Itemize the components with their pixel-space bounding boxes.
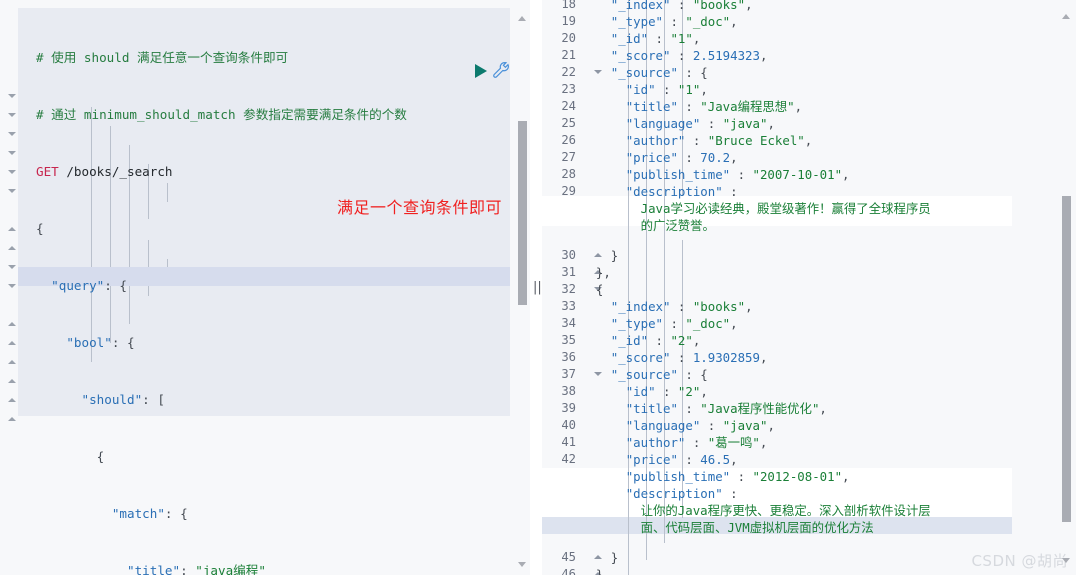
- fold-toggle[interactable]: [8, 315, 17, 334]
- response-line: "price" : 70.2,: [625, 150, 738, 165]
- fold-toggle[interactable]: [8, 163, 17, 182]
- fold-toggle[interactable]: [8, 125, 17, 144]
- right-scroll-down-arrow[interactable]: [1062, 556, 1071, 565]
- fold-toggle[interactable]: [8, 372, 17, 391]
- code-line: "bool": {: [66, 335, 135, 350]
- response-line: "id" : "1",: [625, 82, 708, 97]
- response-line: "language" : "java",: [625, 418, 775, 433]
- response-line: }: [610, 550, 619, 565]
- fold-toggle[interactable]: [8, 277, 17, 296]
- request-editor-panel: # 使用 should 满足任意一个查询条件即可 # 通过 minimum_sh…: [0, 0, 530, 575]
- response-line-wrapped: 面、代码层面、JVM虚拟机层面的优化方法: [640, 520, 874, 535]
- response-line: "title" : "Java编程思想",: [625, 99, 803, 114]
- screenshot-root: # 使用 should 满足任意一个查询条件即可 # 通过 minimum_sh…: [0, 0, 1076, 575]
- response-line: }: [610, 248, 619, 263]
- response-line: "_id" : "2",: [610, 333, 701, 348]
- request-path: /books/_search: [66, 164, 173, 179]
- code-line: "query": {: [51, 278, 127, 293]
- right-scroll-up-arrow[interactable]: [1062, 12, 1071, 21]
- response-line: "_score" : 1.9302859,: [610, 350, 768, 365]
- splitter-grip-icon: ||: [533, 280, 542, 295]
- code-line: {: [36, 221, 44, 236]
- response-line: "price" : 46.5,: [625, 452, 738, 467]
- code-line: "title": "java编程": [127, 563, 266, 575]
- scroll-up-arrow[interactable]: [518, 14, 527, 23]
- request-code[interactable]: # 使用 should 满足任意一个查询条件即可 # 通过 minimum_sh…: [36, 10, 506, 575]
- response-line: "_id" : "1",: [610, 31, 701, 46]
- wrench-icon: [493, 61, 510, 78]
- response-viewer-panel: 18 19 20 21 22 23 24 25 26 27 28 29 30 31 32 33 34 35 36 37…: [542, 0, 1076, 575]
- fold-gutter: [6, 8, 20, 421]
- fold-toggle[interactable]: [8, 239, 17, 258]
- code-line: "should": [: [81, 392, 165, 407]
- response-line: "author" : "葛一鸣",: [625, 435, 768, 450]
- panel-splitter[interactable]: ||: [530, 0, 542, 575]
- left-scrollbar-thumb[interactable]: [518, 121, 527, 305]
- response-line: "_type" : "_doc",: [610, 316, 738, 331]
- fold-toggle[interactable]: [8, 87, 17, 106]
- fold-toggle[interactable]: [8, 144, 17, 163]
- response-line: "_score" : 2.5194323,: [610, 48, 768, 63]
- fold-toggle[interactable]: [8, 258, 17, 277]
- code-line: "match": {: [111, 506, 188, 521]
- response-line: "_source" : {: [610, 367, 708, 382]
- response-line: "id" : "2",: [625, 384, 708, 399]
- fold-toggle[interactable]: [8, 391, 17, 410]
- response-line: "_source" : {: [610, 65, 708, 80]
- response-line-wrapped: 的广泛赞誉。: [640, 218, 715, 233]
- response-line-wrapped: Java学习必读经典，殿堂级著作！赢得了全球程序员: [640, 201, 931, 216]
- watermark: CSDN @胡尚: [971, 552, 1068, 570]
- response-line: "description" :: [625, 486, 738, 501]
- annotation-should-note: 满足一个查询条件即可: [337, 198, 503, 217]
- fold-toggle[interactable]: [8, 334, 17, 353]
- comment-line-2: # 通过 minimum_should_match 参数指定需要满足条件的个数: [36, 107, 407, 122]
- fold-toggle[interactable]: [8, 182, 17, 201]
- response-line-wrapped: 让你的Java程序更快、更稳定。深入剖析软件设计层: [640, 503, 931, 518]
- scroll-down-arrow[interactable]: [518, 560, 527, 569]
- response-line: }: [595, 567, 604, 575]
- response-line: {: [595, 282, 604, 297]
- play-icon: [475, 64, 487, 78]
- response-line: "author" : "Bruce Eckel",: [625, 133, 813, 148]
- http-method: GET: [36, 164, 59, 179]
- response-line: "_index" : "books",: [610, 299, 753, 314]
- response-line: "title" : "Java程序性能优化",: [625, 401, 827, 416]
- response-line: "description" :: [625, 184, 738, 199]
- response-line: "language" : "java",: [625, 116, 775, 131]
- copy-as-curl-button[interactable]: [492, 61, 510, 79]
- run-request-button[interactable]: [474, 63, 488, 79]
- response-line: },: [595, 265, 611, 280]
- response-line: "publish_time" : "2007-10-01",: [625, 167, 850, 182]
- response-line: "_index" : "books",: [610, 0, 753, 12]
- request-line: GET /books/_search: [36, 162, 506, 181]
- code-line: {: [36, 449, 105, 464]
- response-line: "_type" : "_doc",: [610, 14, 738, 29]
- fold-toggle[interactable]: [8, 220, 17, 239]
- response-line: "publish_time" : "2012-08-01",: [625, 469, 850, 484]
- right-scrollbar-thumb[interactable]: [1062, 196, 1071, 522]
- comment-line-1: # 使用 should 满足任意一个查询条件即可: [36, 50, 289, 65]
- fold-toggle[interactable]: [8, 106, 17, 125]
- fold-toggle[interactable]: [8, 410, 17, 429]
- fold-toggle[interactable]: [8, 353, 17, 372]
